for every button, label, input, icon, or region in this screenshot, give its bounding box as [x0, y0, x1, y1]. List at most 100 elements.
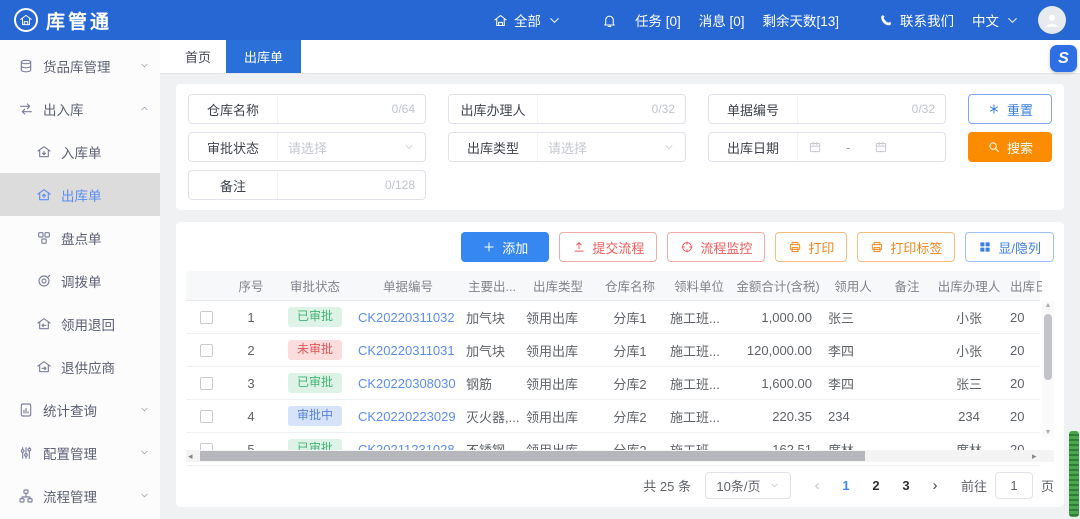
print-button[interactable]: 打印 [775, 232, 847, 262]
chevron-down-icon [139, 490, 150, 501]
messages-menu[interactable]: 消息 [0] [699, 10, 745, 30]
scope-menu[interactable]: 全部 [493, 10, 562, 30]
approval-status-select[interactable]: 请选择 [277, 133, 425, 161]
sidebar-item-stocktake-order[interactable]: 盘点单 [0, 216, 160, 259]
row-checkbox[interactable] [200, 410, 213, 423]
page-size-select[interactable]: 10条/页 [705, 472, 791, 499]
print-label-button[interactable]: 打印标签 [857, 232, 955, 262]
language-menu[interactable]: 中文 [972, 10, 1020, 30]
cell-recipient: 234 [824, 409, 882, 424]
field-label: 出库办理人 [449, 100, 537, 119]
field-body: 0/32 [537, 95, 685, 123]
vertical-scroll-thumb[interactable] [1044, 314, 1052, 380]
page-button-2[interactable]: 2 [863, 472, 889, 498]
page-size-label: 10条/页 [716, 476, 760, 495]
add-button[interactable]: 添加 [461, 232, 549, 262]
tab-home[interactable]: 首页 [170, 40, 226, 73]
calendar-icon[interactable] [874, 140, 888, 154]
contact-us[interactable]: 联系我们 [879, 10, 954, 30]
sidebar-item-config-management[interactable]: 配置管理 [0, 431, 160, 474]
horizontal-scrollbar[interactable]: ◂ ▸ [186, 450, 1054, 462]
goto-label: 前往 [961, 476, 987, 495]
outbound-handler-input[interactable] [548, 102, 646, 117]
days-remaining-label: 剩余天数[13] [762, 10, 839, 30]
row-checkbox[interactable] [200, 311, 213, 324]
doc-number-link[interactable]: CK20220308030 [358, 376, 456, 391]
doc-number-link[interactable]: CK20220223029 [358, 409, 456, 424]
days-remaining[interactable]: 剩余天数[13] [762, 10, 839, 30]
row-checkbox-cell [186, 344, 226, 357]
field-body: 0/32 [797, 95, 945, 123]
window-scroll-thumb[interactable] [1069, 431, 1079, 517]
sidebar-item-requisition-return[interactable]: 领用退回 [0, 302, 160, 345]
app-logo: 库管通 [14, 7, 112, 34]
tasks-menu[interactable]: 任务 [0] [635, 10, 681, 30]
logo-house-icon [14, 8, 38, 32]
sidebar-item-outbound-order[interactable]: 出库单 [0, 173, 160, 216]
bell-icon [602, 13, 617, 28]
row-checkbox[interactable] [200, 344, 213, 357]
cell-unit: 施工班... [666, 308, 732, 327]
floating-widget-icon[interactable]: S [1050, 45, 1077, 72]
search-actions: 重置搜索 [968, 94, 1052, 162]
sidebar-item-supplier-return[interactable]: 退供应商 [0, 345, 160, 388]
sidebar-item-label: 出库单 [61, 185, 102, 205]
outbound-type-select[interactable]: 请选择 [537, 133, 685, 161]
sidebar-item-transfer-order[interactable]: 调拨单 [0, 259, 160, 302]
toggle-columns-button[interactable]: 显/隐列 [965, 232, 1054, 262]
chevron-down-icon [1005, 13, 1020, 28]
horizontal-scroll-thumb[interactable] [200, 451, 865, 461]
sidebar-item-inbound-order[interactable]: 入库单 [0, 130, 160, 173]
messages-label: 消息 [0] [699, 10, 745, 30]
prev-page-button[interactable]: ‹ [805, 477, 829, 494]
flow-monitor-button[interactable]: 流程监控 [667, 232, 765, 262]
vertical-scrollbar[interactable]: ▲ ▼ [1042, 301, 1054, 437]
page-button-1[interactable]: 1 [833, 472, 859, 498]
sidebar-item-label: 流程管理 [43, 486, 97, 506]
status-badge: 未审批 [288, 340, 342, 360]
cell-warehouse: 分库2 [594, 407, 666, 426]
doc-number-input[interactable] [808, 102, 906, 117]
supplier-return-icon [36, 359, 52, 375]
sidebar-item-in-out[interactable]: 出入库 [0, 87, 160, 130]
tab-bar: 首页出库单 [160, 40, 1080, 74]
scroll-left-icon[interactable]: ◂ [188, 452, 196, 461]
scope-label: 全部 [514, 10, 541, 30]
scroll-up-icon[interactable]: ▲ [1045, 302, 1052, 309]
printer-icon [788, 240, 802, 254]
next-page-button[interactable]: › [923, 477, 947, 494]
column-header-unit: 领料单位 [666, 276, 732, 295]
tab-outbound[interactable]: 出库单 [226, 40, 301, 73]
chevron-down-icon [139, 447, 150, 458]
scroll-down-icon[interactable]: ▼ [1045, 429, 1052, 436]
calendar-icon[interactable] [808, 140, 822, 154]
notifications-bell[interactable] [602, 13, 617, 28]
reset-button[interactable]: 重置 [968, 94, 1052, 124]
scroll-right-icon[interactable]: ▸ [1032, 452, 1040, 461]
app-title: 库管通 [46, 7, 112, 34]
sidebar-item-flow-management[interactable]: 流程管理 [0, 474, 160, 517]
row-checkbox[interactable] [200, 377, 213, 390]
search-button[interactable]: 搜索 [968, 132, 1052, 162]
cell-warehouse: 分库2 [594, 374, 666, 393]
user-avatar[interactable] [1038, 6, 1066, 34]
cell-amount: 1,000.00 [732, 310, 824, 325]
sidebar-item-statistics-query[interactable]: 统计查询 [0, 388, 160, 431]
chevron-down-icon [663, 141, 675, 153]
doc-number-link[interactable]: CK20220311031 [358, 343, 455, 358]
warehouse-name-input[interactable] [288, 102, 386, 117]
page-button-3[interactable]: 3 [893, 472, 919, 498]
tasks-label: 任务 [0] [635, 10, 681, 30]
outbound-icon [36, 187, 52, 203]
remark-input[interactable] [288, 178, 379, 193]
outbound-date-picker[interactable]: - [797, 133, 945, 161]
doc-number-link[interactable]: CK20220311032 [358, 310, 455, 325]
goto-page-input[interactable] [995, 472, 1033, 499]
cell-outType: 领用出库 [522, 341, 594, 360]
cell-status: 审批中 [276, 406, 354, 426]
cell-seq: 1 [226, 310, 276, 325]
submit-flow-button[interactable]: 提交流程 [559, 232, 657, 262]
chevron-down-icon [547, 13, 562, 28]
sidebar-item-label: 统计查询 [43, 400, 97, 420]
sidebar-item-goods-store[interactable]: 货品库管理 [0, 44, 160, 87]
